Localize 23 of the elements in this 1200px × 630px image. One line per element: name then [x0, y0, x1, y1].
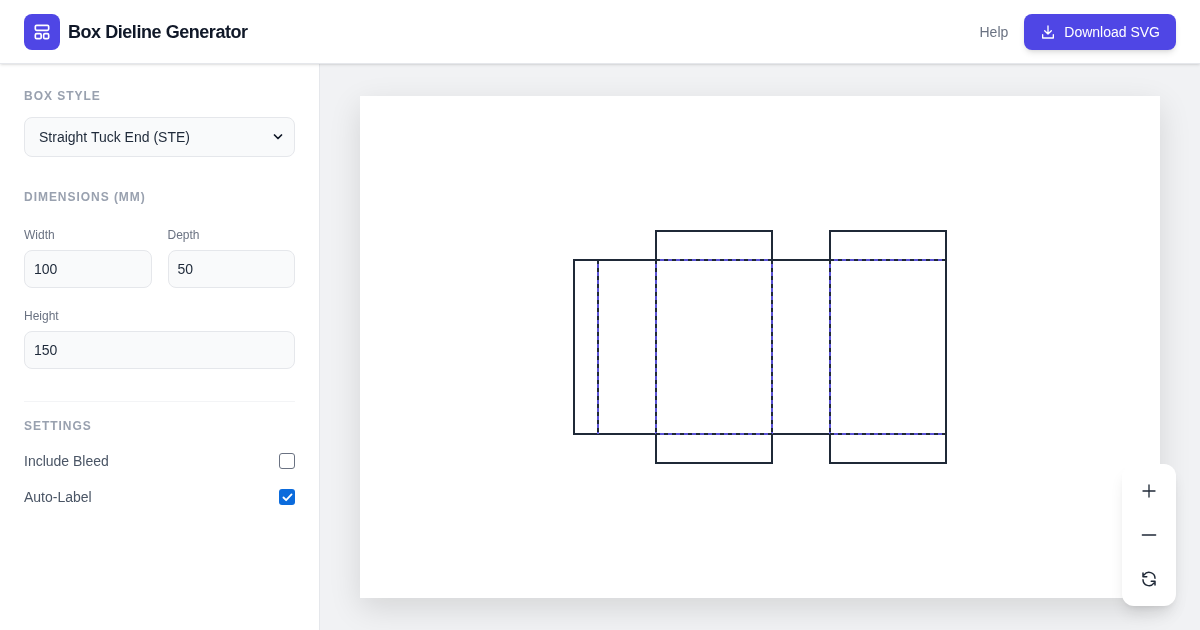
plus-icon — [1141, 483, 1157, 499]
check-icon — [281, 492, 293, 502]
refresh-icon — [1140, 570, 1158, 588]
app-title: Box Dieline Generator — [68, 20, 248, 44]
logo-icon — [24, 13, 60, 50]
field-label: Height — [24, 308, 60, 324]
box-style-select[interactable]: Straight Tuck End (STE) — [24, 117, 295, 157]
minus-icon — [1141, 534, 1157, 536]
download-icon — [1040, 23, 1057, 40]
number-input[interactable]: 150 — [24, 331, 295, 369]
checkbox-label: Auto-Label — [24, 488, 92, 507]
section-heading: DIMENSIONS (MM) — [24, 189, 147, 205]
section-heading: BOX STYLE — [24, 88, 102, 104]
section-heading: SETTINGS — [24, 418, 93, 434]
download-button[interactable]: Download SVG — [1024, 13, 1176, 50]
number-input[interactable]: 50 — [167, 250, 295, 288]
field-label: Width — [24, 227, 56, 243]
checkbox[interactable] — [279, 489, 295, 505]
help-link[interactable]: Help — [979, 21, 1009, 42]
checkbox[interactable] — [279, 453, 295, 469]
field-label: Depth — [167, 227, 201, 243]
number-input[interactable]: 100 — [24, 250, 152, 288]
checkbox-label: Include Bleed — [24, 452, 109, 471]
